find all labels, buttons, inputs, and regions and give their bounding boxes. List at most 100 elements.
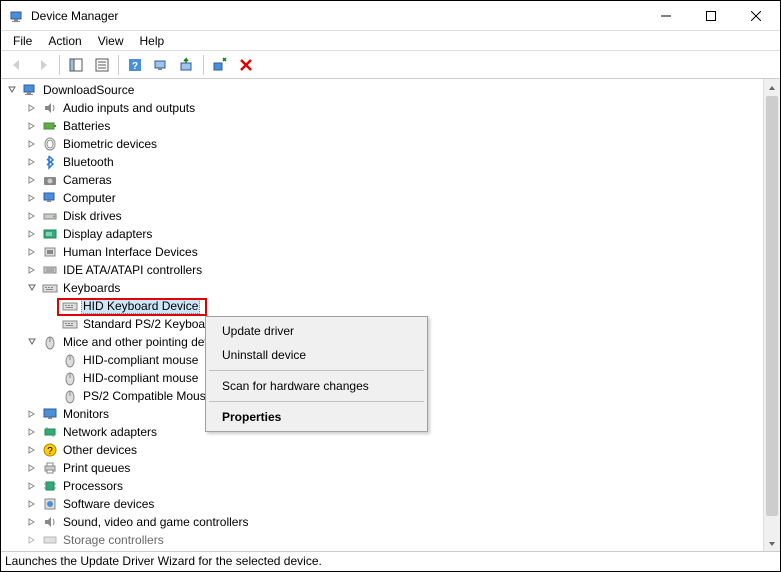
ctx-uninstall-device[interactable]: Uninstall device: [208, 343, 425, 367]
ctx-properties[interactable]: Properties: [208, 405, 425, 429]
tree-category[interactable]: Print queues: [1, 459, 763, 477]
tree-category[interactable]: Bluetooth: [1, 153, 763, 171]
audio-icon: [42, 100, 58, 116]
tree-category[interactable]: Display adapters: [1, 225, 763, 243]
tree-label: Bluetooth: [61, 155, 116, 169]
mouse-icon: [62, 352, 78, 368]
properties-button[interactable]: [90, 53, 114, 77]
maximize-button[interactable]: [688, 1, 733, 30]
keyboard-icon: [62, 298, 78, 314]
window-title: Device Manager: [31, 9, 643, 23]
expand-icon[interactable]: [25, 497, 39, 511]
collapse-icon[interactable]: [25, 281, 39, 295]
scroll-up-button[interactable]: [764, 79, 780, 96]
vertical-scrollbar[interactable]: [763, 79, 780, 552]
menu-help[interactable]: Help: [132, 32, 173, 50]
biometric-icon: [42, 136, 58, 152]
tree-label: Other devices: [61, 443, 139, 457]
scroll-track[interactable]: [764, 96, 780, 535]
tree-category[interactable]: IDE ATA/ATAPI controllers: [1, 261, 763, 279]
tree-label: Storage controllers: [61, 533, 166, 547]
battery-icon: [42, 118, 58, 134]
collapse-icon[interactable]: [25, 335, 39, 349]
tree-label: Monitors: [61, 407, 111, 421]
menu-file[interactable]: File: [5, 32, 40, 50]
tree-category[interactable]: Cameras: [1, 171, 763, 189]
tree-label: HID Keyboard Device: [81, 298, 200, 314]
keyboard-icon: [62, 316, 78, 332]
expand-icon[interactable]: [25, 119, 39, 133]
expand-icon[interactable]: [25, 263, 39, 277]
expand-icon[interactable]: [25, 461, 39, 475]
scan-hardware-button[interactable]: [149, 53, 173, 77]
svg-text:?: ?: [47, 446, 53, 457]
expand-icon[interactable]: [25, 245, 39, 259]
tree-label: Print queues: [61, 461, 132, 475]
tree-label: PS/2 Compatible Mouse: [81, 389, 214, 403]
delete-button[interactable]: [234, 53, 258, 77]
expand-icon[interactable]: [25, 137, 39, 151]
collapse-icon[interactable]: [5, 83, 19, 97]
tree-label: Disk drives: [61, 209, 124, 223]
camera-icon: [42, 172, 58, 188]
expand-icon[interactable]: [25, 209, 39, 223]
tree-category[interactable]: Biometric devices: [1, 135, 763, 153]
help-button[interactable]: ?: [123, 53, 147, 77]
tree-label: Audio inputs and outputs: [61, 101, 197, 115]
menu-action[interactable]: Action: [40, 32, 89, 50]
hid-icon: [42, 244, 58, 260]
forward-button[interactable]: [31, 53, 55, 77]
ide-icon: [42, 262, 58, 278]
tree-category[interactable]: Audio inputs and outputs: [1, 99, 763, 117]
expand-icon[interactable]: [25, 425, 39, 439]
expand-icon[interactable]: [25, 443, 39, 457]
mouse-icon: [42, 334, 58, 350]
tree-category[interactable]: Disk drives: [1, 207, 763, 225]
menu-view[interactable]: View: [90, 32, 132, 50]
expand-icon[interactable]: [25, 515, 39, 529]
tree-category[interactable]: Human Interface Devices: [1, 243, 763, 261]
expand-icon[interactable]: [25, 479, 39, 493]
uninstall-button[interactable]: [208, 53, 232, 77]
monitor-icon: [42, 406, 58, 422]
expand-icon[interactable]: [25, 101, 39, 115]
expand-icon[interactable]: [25, 191, 39, 205]
sound-icon: [42, 514, 58, 530]
software-icon: [42, 496, 58, 512]
tree-category[interactable]: Software devices: [1, 495, 763, 513]
scroll-thumb[interactable]: [766, 96, 778, 516]
close-button[interactable]: [733, 1, 778, 30]
menu-bar: File Action View Help: [1, 31, 780, 51]
bluetooth-icon: [42, 154, 58, 170]
toolbar: ?: [1, 51, 780, 79]
tree-category[interactable]: Computer: [1, 189, 763, 207]
tree-label: Human Interface Devices: [61, 245, 200, 259]
tree-device-hid-keyboard[interactable]: HID Keyboard Device: [1, 297, 763, 315]
expand-icon[interactable]: [25, 173, 39, 187]
tree-category[interactable]: Storage controllers: [1, 531, 763, 549]
tree-root[interactable]: DownloadSource: [1, 81, 763, 99]
expand-icon[interactable]: [25, 533, 39, 547]
update-driver-button[interactable]: [175, 53, 199, 77]
svg-text:?: ?: [132, 61, 138, 72]
expand-icon[interactable]: [25, 227, 39, 241]
tree-label: HID-compliant mouse: [81, 353, 200, 367]
disk-icon: [42, 208, 58, 224]
mouse-icon: [62, 388, 78, 404]
back-button[interactable]: [5, 53, 29, 77]
expand-icon[interactable]: [25, 155, 39, 169]
show-hide-tree-button[interactable]: [64, 53, 88, 77]
tree-label: Network adapters: [61, 425, 159, 439]
scroll-down-button[interactable]: [764, 535, 780, 552]
tree-category[interactable]: Processors: [1, 477, 763, 495]
tree-category[interactable]: Batteries: [1, 117, 763, 135]
title-bar: Device Manager: [1, 1, 780, 31]
expand-icon[interactable]: [25, 407, 39, 421]
tree-category[interactable]: Sound, video and game controllers: [1, 513, 763, 531]
ctx-update-driver[interactable]: Update driver: [208, 319, 425, 343]
tree-label: HID-compliant mouse: [81, 371, 200, 385]
ctx-scan-hardware[interactable]: Scan for hardware changes: [208, 374, 425, 398]
tree-category[interactable]: ? Other devices: [1, 441, 763, 459]
tree-category-keyboards[interactable]: Keyboards: [1, 279, 763, 297]
minimize-button[interactable]: [643, 1, 688, 30]
